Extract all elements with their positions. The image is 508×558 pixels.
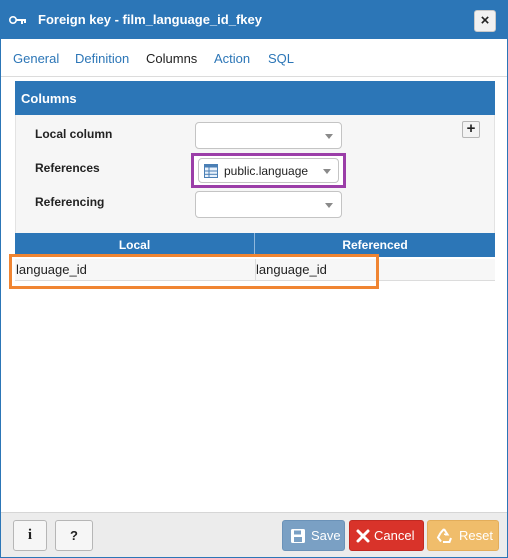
referencing-label: Referencing [35,195,105,209]
add-row-button[interactable]: + [462,121,480,138]
chevron-down-icon [323,169,331,174]
tab-general[interactable]: General [13,51,59,66]
tab-bar: General Definition Columns Action SQL [1,39,507,110]
cancel-button[interactable]: Cancel [349,520,424,551]
chevron-down-icon [325,134,333,139]
help-button[interactable]: ? [55,520,93,551]
row-highlight-box [9,254,379,289]
tab-sql[interactable]: SQL [268,51,294,66]
dialog-title: Foreign key - film_language_id_fkey [38,12,262,27]
references-value: public.language [224,164,309,178]
info-button[interactable]: i [13,520,47,551]
tab-definition[interactable]: Definition [75,51,129,66]
foreign-key-dialog: Foreign key - film_language_id_fkey × Ge… [0,0,508,558]
cancel-label: Cancel [374,528,415,543]
referencing-select[interactable] [195,191,342,218]
close-button[interactable]: × [474,10,496,32]
local-column-label: Local column [35,127,113,141]
floppy-disk-icon [291,529,305,543]
save-button[interactable]: Save [282,520,345,551]
references-highlight-box: public.language [191,153,346,188]
dialog-titlebar[interactable]: Foreign key - film_language_id_fkey × [1,1,507,39]
references-label: References [35,161,100,175]
save-label: Save [311,528,341,543]
tab-action[interactable]: Action [214,51,250,66]
reset-button[interactable]: Reset [427,520,499,551]
chevron-down-icon [325,203,333,208]
key-icon [9,16,26,24]
dialog-footer: i ? Save Cancel Reset [1,512,507,557]
tab-columns[interactable]: Columns [146,51,198,66]
reset-label: Reset [459,528,493,543]
table-icon [204,164,218,178]
references-select[interactable]: public.language [198,158,339,183]
x-icon [356,529,370,543]
local-column-select[interactable] [195,122,342,149]
recycle-icon [436,528,452,543]
columns-panel-heading: Columns [15,81,495,115]
